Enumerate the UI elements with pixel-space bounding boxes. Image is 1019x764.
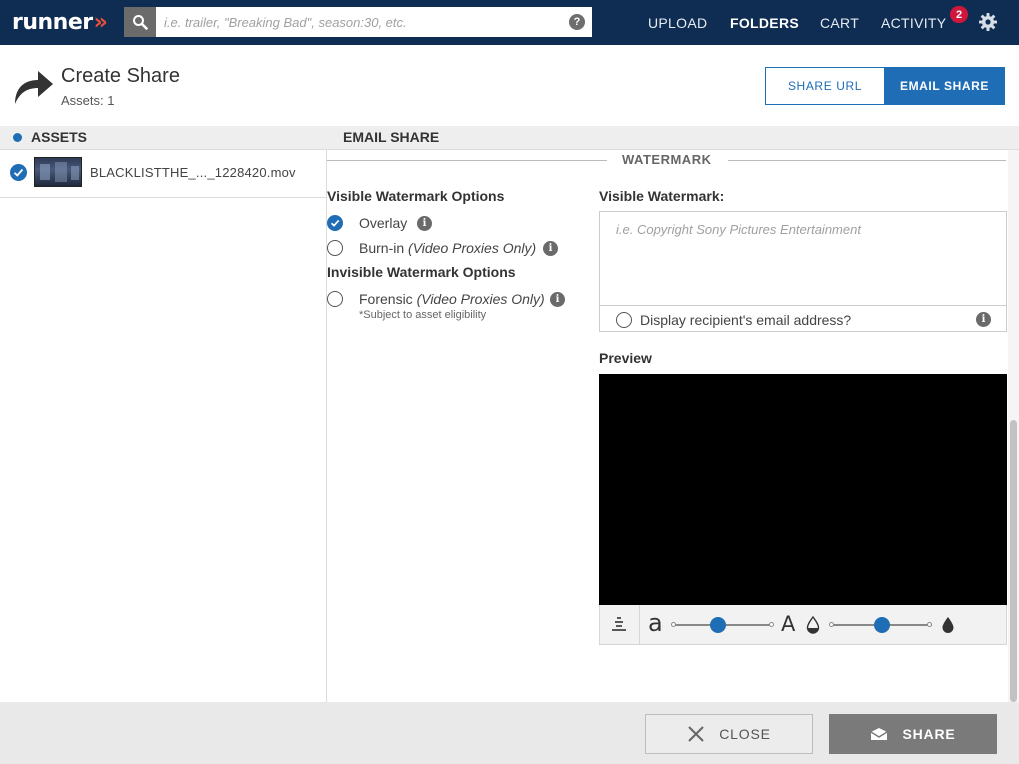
overlay-label: Overlay xyxy=(359,215,408,231)
logo-text: runner xyxy=(12,9,93,35)
forensic-label: Forensic (Video Proxies Only) xyxy=(359,291,545,307)
forensic-label-note: (Video Proxies Only) xyxy=(416,291,545,307)
font-size-small-icon: a xyxy=(648,609,663,637)
preview-heading: Preview xyxy=(599,350,652,366)
burnin-label-note: (Video Proxies Only) xyxy=(408,240,537,256)
opacity-slider-end xyxy=(927,622,932,627)
close-button-label: CLOSE xyxy=(719,726,771,742)
page-title: Create Share xyxy=(61,65,180,87)
search-button[interactable] xyxy=(124,7,156,37)
close-icon xyxy=(688,726,704,742)
search-icon xyxy=(133,15,148,30)
logo-chevrons: » xyxy=(93,9,108,35)
eligibility-note: *Subject to asset eligibility xyxy=(359,309,487,321)
overlay-radio[interactable] xyxy=(327,215,343,231)
font-size-slider-knob[interactable] xyxy=(710,617,726,633)
forensic-info-icon[interactable]: i xyxy=(550,292,565,307)
burnin-label: Burn-in (Video Proxies Only) xyxy=(359,240,536,256)
nav-cart[interactable]: CART xyxy=(820,0,859,45)
text-align-icon[interactable] xyxy=(611,616,627,632)
burnin-info-icon[interactable]: i xyxy=(543,241,558,256)
watermark-divider-right xyxy=(728,160,1006,161)
visible-watermark-options-heading: Visible Watermark Options xyxy=(327,188,505,204)
watermark-section-title: WATERMARK xyxy=(622,152,712,167)
activity-count-badge: 2 xyxy=(950,6,968,23)
controls-divider xyxy=(639,605,640,645)
display-recipient-info-icon[interactable]: i xyxy=(976,312,991,327)
search-input[interactable] xyxy=(156,7,592,37)
burnin-radio[interactable] xyxy=(327,240,343,256)
font-size-large-icon: A xyxy=(781,612,796,636)
nav-folders[interactable]: FOLDERS xyxy=(730,0,799,45)
assets-panel xyxy=(0,150,327,702)
asset-thumbnail xyxy=(34,157,82,187)
gear-icon[interactable] xyxy=(978,12,998,32)
invisible-watermark-options-heading: Invisible Watermark Options xyxy=(327,264,516,280)
email-share-heading: EMAIL SHARE xyxy=(343,129,440,145)
visible-watermark-textarea[interactable] xyxy=(599,211,1007,306)
help-icon[interactable]: ? xyxy=(569,14,585,30)
nav-activity[interactable]: ACTIVITY xyxy=(881,0,946,45)
opacity-low-icon xyxy=(806,616,820,634)
forensic-label-text: Forensic xyxy=(359,291,413,307)
display-recipient-label: Display recipient's email address? xyxy=(640,312,852,328)
assets-heading: ASSETS xyxy=(31,129,88,145)
share-button-label: SHARE xyxy=(902,726,956,742)
section-header-row xyxy=(0,126,1019,150)
font-size-slider-start xyxy=(671,622,676,627)
content-scrollbar-thumb[interactable] xyxy=(1010,420,1017,702)
visible-watermark-heading: Visible Watermark: xyxy=(599,188,725,204)
nav-upload[interactable]: UPLOAD xyxy=(648,0,707,45)
opacity-high-icon xyxy=(942,617,954,633)
assets-count: Assets: 1 xyxy=(61,93,115,108)
display-recipient-radio[interactable] xyxy=(616,312,632,328)
watermark-preview xyxy=(599,374,1007,605)
runner-logo[interactable]: runner » xyxy=(12,8,108,36)
overlay-info-icon[interactable]: i xyxy=(417,216,432,231)
opacity-slider-start xyxy=(829,622,834,627)
opacity-slider-knob[interactable] xyxy=(874,617,890,633)
envelope-icon xyxy=(871,728,888,740)
burnin-label-text: Burn-in xyxy=(359,240,405,256)
assets-indicator-dot xyxy=(13,133,22,142)
share-button[interactable]: SHARE xyxy=(829,714,997,754)
font-size-slider-end xyxy=(769,622,774,627)
email-share-tab[interactable]: EMAIL SHARE xyxy=(884,67,1005,105)
forensic-radio[interactable] xyxy=(327,291,343,307)
share-url-tab[interactable]: SHARE URL xyxy=(765,67,885,105)
watermark-divider-left xyxy=(327,160,607,161)
close-button[interactable]: CLOSE xyxy=(645,714,813,754)
asset-filename: BLACKLISTTHE_..._1228420.mov xyxy=(90,165,296,180)
share-arrow-icon xyxy=(15,71,53,104)
asset-selected-check-icon[interactable] xyxy=(10,164,27,181)
